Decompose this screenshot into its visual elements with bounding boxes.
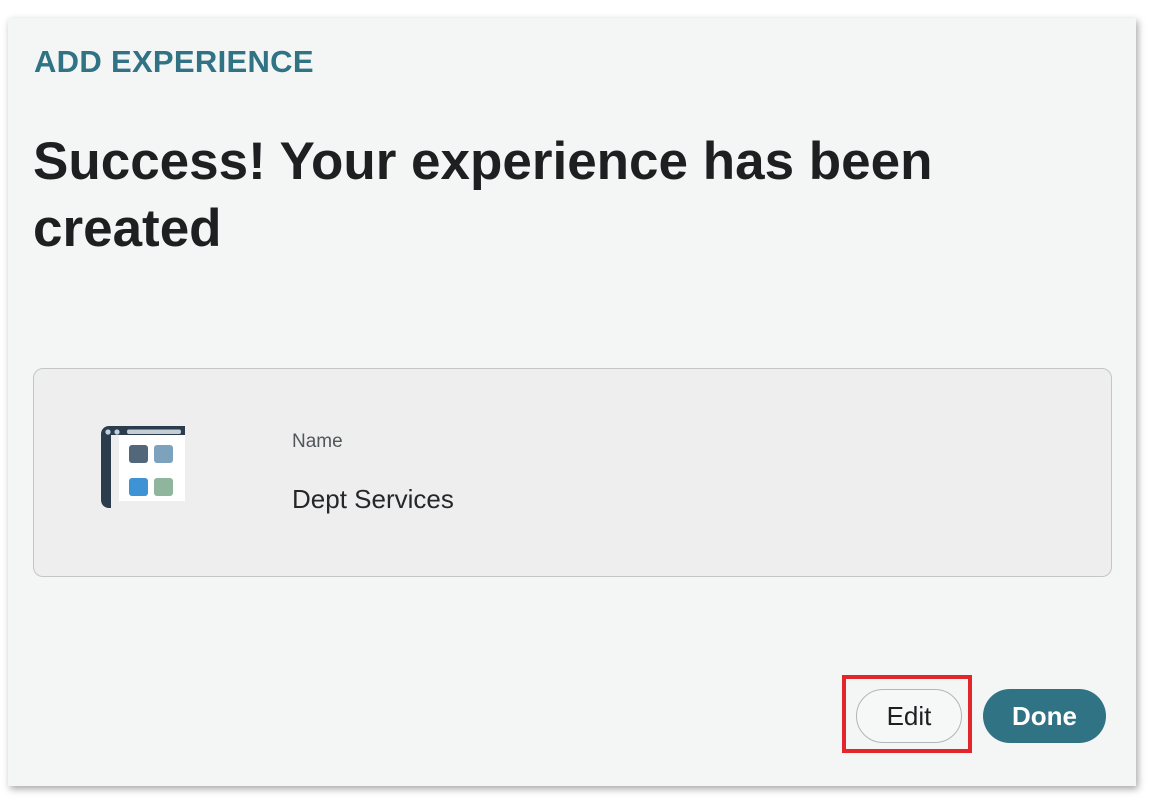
success-headline: Success! Your experience has been create… (33, 132, 933, 258)
name-field-label: Name (292, 431, 343, 452)
success-dialog: ADD EXPERIENCE Success! Your experience … (8, 18, 1136, 786)
name-field-value: Dept Services (292, 484, 454, 514)
done-button[interactable]: Done (983, 689, 1106, 743)
experience-summary-card: Name Dept Services (33, 368, 1112, 577)
edit-button[interactable]: Edit (856, 689, 962, 743)
dialog-eyebrow: ADD EXPERIENCE (34, 44, 314, 79)
web-app-layout-icon (101, 426, 185, 508)
